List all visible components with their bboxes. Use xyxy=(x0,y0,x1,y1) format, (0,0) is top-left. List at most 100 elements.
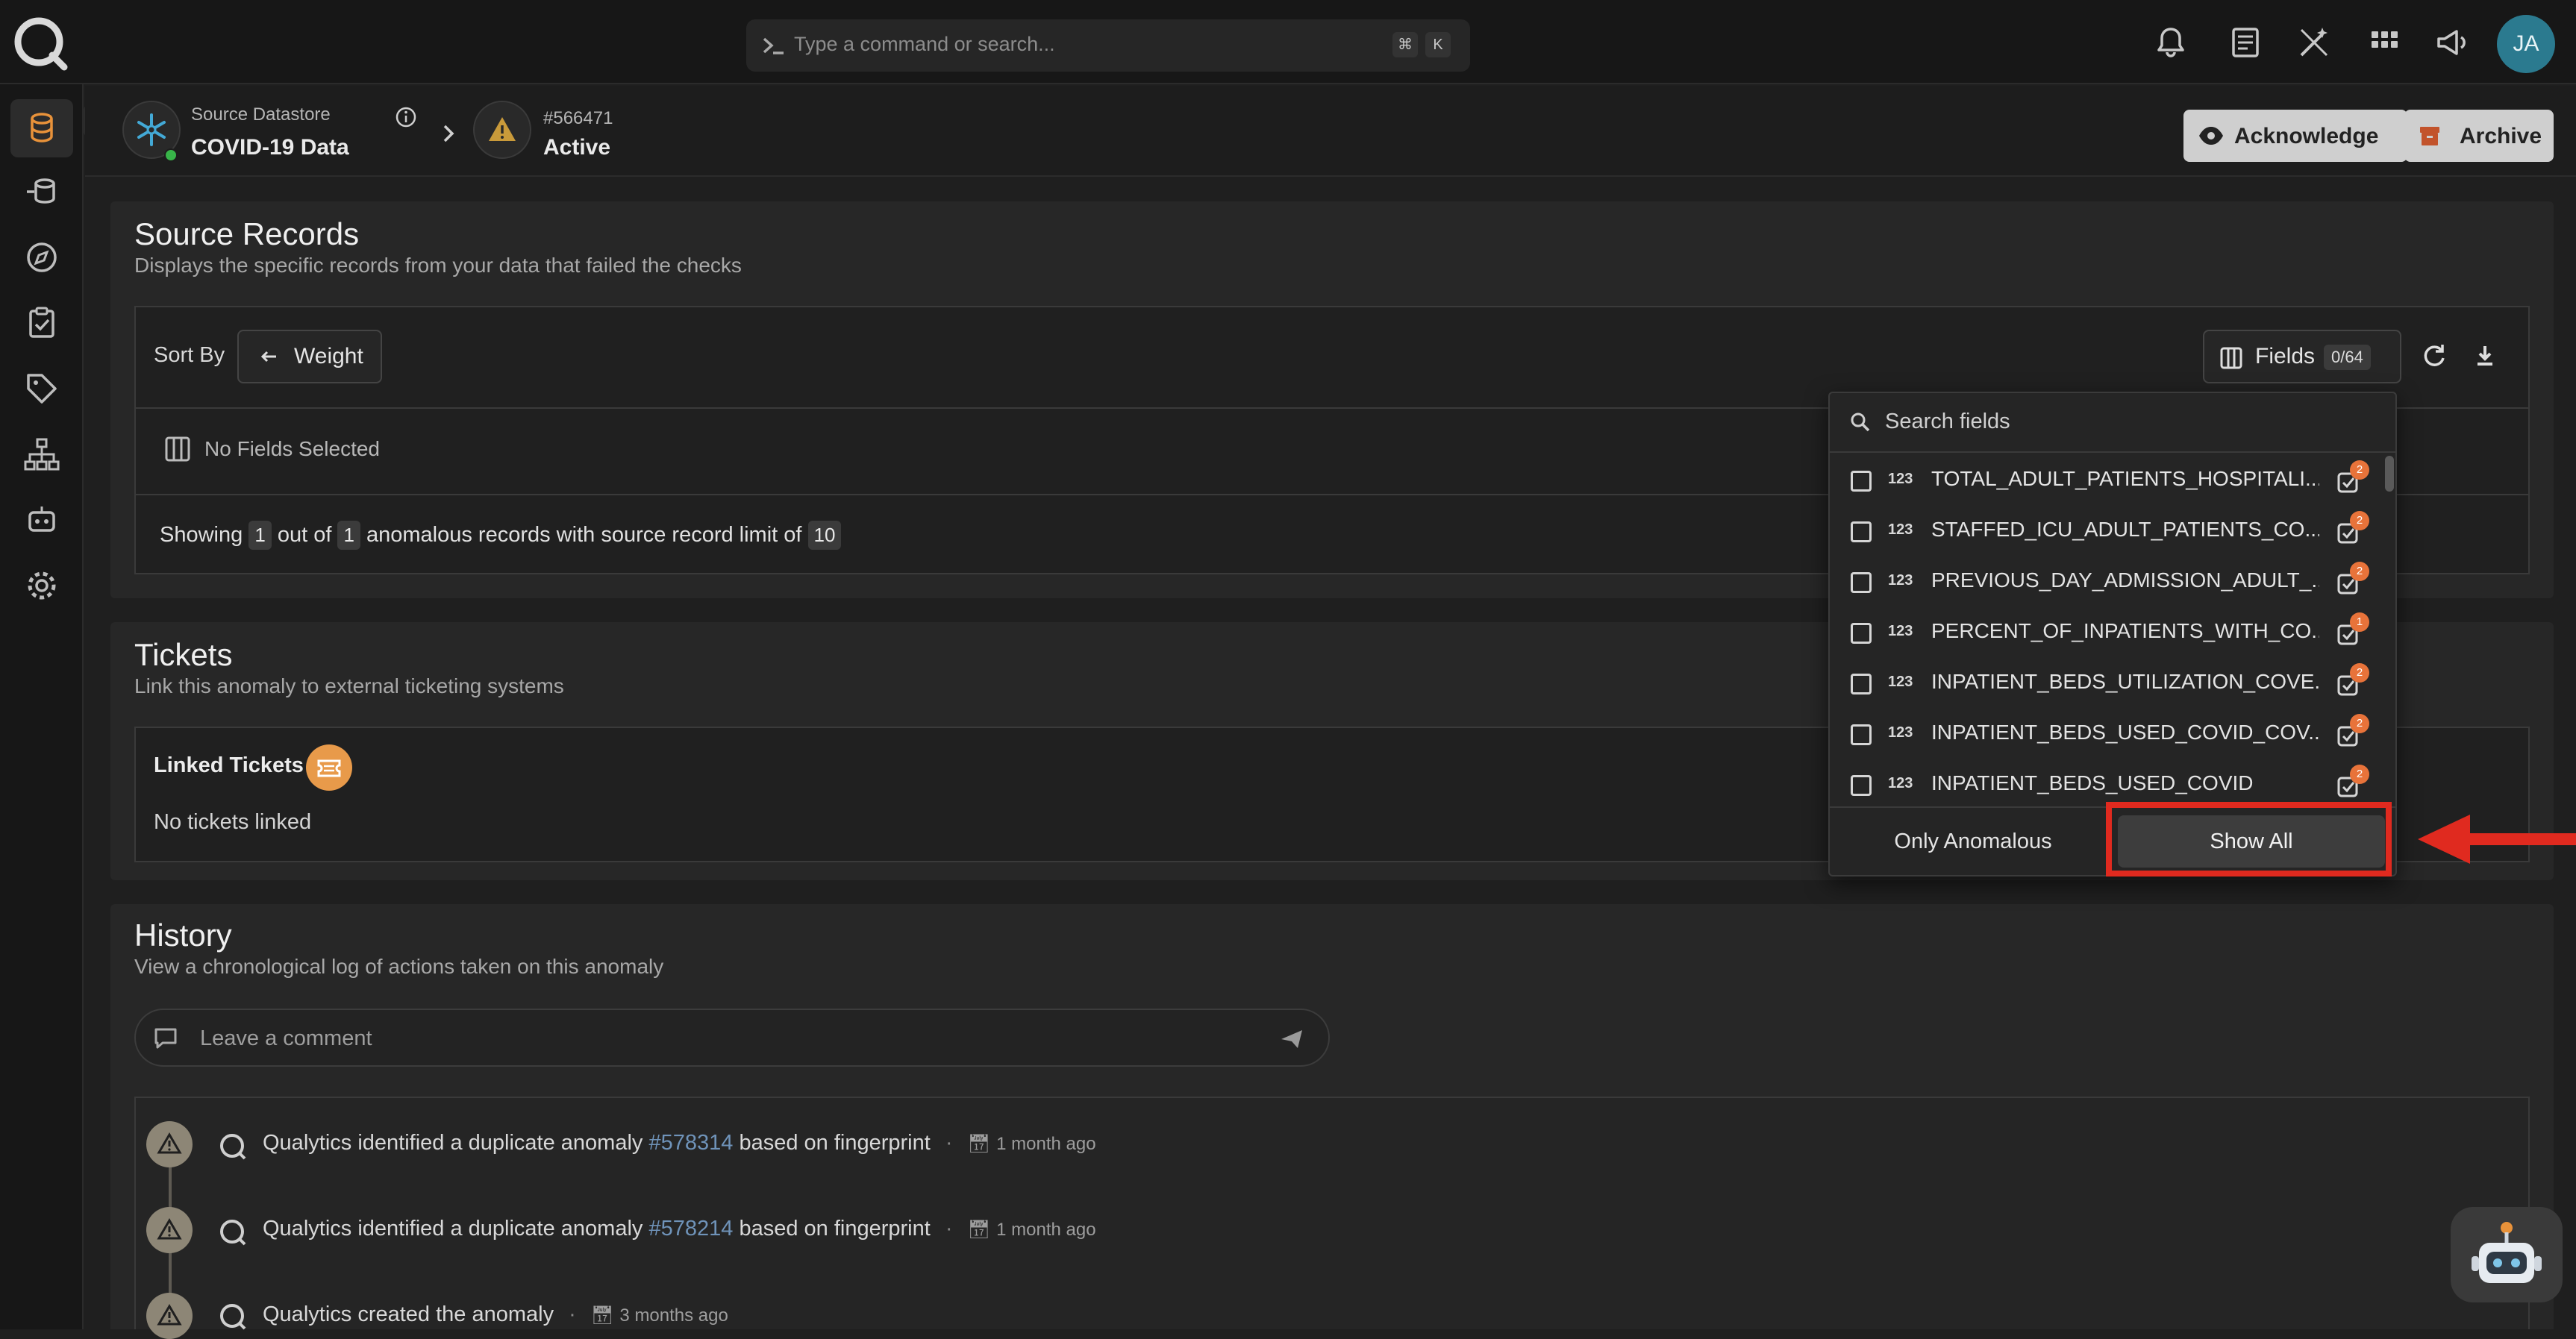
only-anomalous-label: Only Anomalous xyxy=(1894,830,2052,853)
field-search[interactable]: Search fields xyxy=(1830,393,2395,453)
numeric-type-icon: 123 xyxy=(1888,521,1913,538)
sort-value: Weight xyxy=(294,344,363,369)
qualytics-logo-icon xyxy=(218,1132,248,1161)
checks-count-badge: 2 xyxy=(2350,765,2369,784)
command-search[interactable]: Type a command or search... ⌘ K xyxy=(746,19,1470,72)
field-name: PREVIOUS_DAY_ADMISSION_ADULT_... xyxy=(1931,568,2319,592)
out-of-text: out of xyxy=(277,523,332,547)
field-row[interactable]: 123 PREVIOUS_DAY_ADMISSION_ADULT_... 2 xyxy=(1830,556,2382,606)
acknowledge-button[interactable]: Acknowledge xyxy=(2183,110,2407,162)
numeric-type-icon: 123 xyxy=(1888,623,1913,639)
total-count: 1 xyxy=(337,521,360,550)
command-placeholder: Type a command or search... xyxy=(794,33,1055,55)
compass-icon[interactable] xyxy=(22,238,61,277)
fields-label: Fields xyxy=(2255,344,2316,369)
field-checkbox[interactable] xyxy=(1851,521,1872,542)
linked-tickets-label: Linked Tickets xyxy=(154,753,304,777)
search-fields-placeholder: Search fields xyxy=(1885,410,2010,433)
field-checkbox[interactable] xyxy=(1851,471,1872,492)
field-row[interactable]: 123 PERCENT_OF_INPATIENTS_WITH_CO... 1 xyxy=(1830,606,2382,657)
field-checkbox[interactable] xyxy=(1851,623,1872,644)
record-limit: 10 xyxy=(807,521,842,550)
checks-count-badge: 2 xyxy=(2350,663,2369,683)
bell-icon[interactable] xyxy=(2152,24,2189,61)
document-icon[interactable] xyxy=(2227,24,2264,61)
search-icon xyxy=(1849,411,1872,433)
sort-weight-button[interactable]: Weight xyxy=(237,330,382,383)
comment-icon xyxy=(152,1025,179,1052)
sidebar-item-sources[interactable] xyxy=(22,172,61,211)
history-time: 1 month ago xyxy=(996,1134,1096,1154)
sidebar-item-datastores[interactable] xyxy=(10,99,73,157)
megaphone-icon[interactable] xyxy=(2433,24,2470,61)
history-entry: Qualytics created the anomaly · 📅︎ 3 mon… xyxy=(263,1302,728,1326)
user-avatar[interactable]: JA xyxy=(2497,15,2555,73)
field-name: INPATIENT_BEDS_USED_COVID_COV... xyxy=(1931,721,2319,744)
source-records-subtitle: Displays the specific records from your … xyxy=(134,254,742,277)
qualytics-logo-icon xyxy=(218,1217,248,1247)
clipboard-check-icon[interactable] xyxy=(22,304,61,342)
no-tickets-text: No tickets linked xyxy=(154,810,312,834)
field-row[interactable]: 123 INPATIENT_BEDS_USED_COVID_COV... 2 xyxy=(1830,708,2382,759)
shown-count: 1 xyxy=(248,521,272,550)
robot-icon[interactable] xyxy=(22,501,61,539)
grid-icon[interactable] xyxy=(2366,24,2403,61)
history-entry-suffix: based on fingerprint xyxy=(739,1131,931,1155)
archive-label: Archive xyxy=(2460,124,2542,148)
numeric-type-icon: 123 xyxy=(1888,572,1913,589)
info-icon[interactable] xyxy=(394,105,418,129)
eye-icon xyxy=(2197,123,2225,148)
tickets-subtitle: Link this anomaly to external ticketing … xyxy=(134,674,564,697)
source-name[interactable]: COVID-19 Data xyxy=(191,135,349,160)
anomaly-link[interactable]: #578314 xyxy=(648,1131,733,1155)
showing-prefix: Showing xyxy=(160,523,243,547)
archive-button[interactable]: Archive xyxy=(2404,110,2554,162)
gear-icon[interactable] xyxy=(22,566,61,605)
history-subtitle: View a chronological log of actions take… xyxy=(134,955,664,978)
numeric-type-icon: 123 xyxy=(1888,724,1913,741)
source-label: Source Datastore xyxy=(191,104,331,125)
scrollbar-thumb[interactable] xyxy=(2385,456,2394,492)
field-name: TOTAL_ADULT_PATIENTS_HOSPITALI... xyxy=(1931,467,2319,490)
field-checkbox[interactable] xyxy=(1851,674,1872,694)
history-entry-suffix: based on fingerprint xyxy=(739,1217,931,1241)
terminal-icon xyxy=(761,34,787,57)
download-icon[interactable] xyxy=(2470,340,2500,370)
field-checkbox[interactable] xyxy=(1851,775,1872,796)
chatbot-button[interactable] xyxy=(2451,1207,2563,1302)
history-entry-text: Qualytics created the anomaly xyxy=(263,1302,554,1326)
refresh-icon[interactable] xyxy=(2419,340,2449,370)
anomaly-header: Source Datastore COVID-19 Data #566471 A… xyxy=(85,86,2576,177)
history-entry: Qualytics identified a duplicate anomaly… xyxy=(263,1131,1096,1155)
calendar-icon: 📅︎ xyxy=(967,1134,991,1154)
field-checkbox[interactable] xyxy=(1851,572,1872,593)
comment-input[interactable]: Leave a comment xyxy=(134,1009,1330,1067)
anomaly-link[interactable]: #578214 xyxy=(648,1217,733,1241)
columns-icon xyxy=(164,436,191,462)
warning-icon xyxy=(146,1121,193,1167)
cmd-key: ⌘ xyxy=(1392,32,1418,57)
field-name: STAFFED_ICU_ADULT_PATIENTS_CO... xyxy=(1931,518,2319,541)
only-anomalous-button[interactable]: Only Anomalous xyxy=(1830,808,2116,875)
top-bar: Type a command or search... ⌘ K JA xyxy=(0,0,2576,84)
ticket-icon[interactable] xyxy=(306,744,352,791)
field-row[interactable]: 123 TOTAL_ADULT_PATIENTS_HOSPITALI... 2 xyxy=(1830,454,2382,505)
source-records-title: Source Records xyxy=(134,216,360,251)
warning-icon xyxy=(473,101,531,159)
pointer-arrow-icon xyxy=(2418,815,2576,864)
history-time: 1 month ago xyxy=(996,1220,1096,1240)
qualytics-logo[interactable] xyxy=(10,13,70,73)
fields-button[interactable]: Fields 0/64 xyxy=(2203,330,2401,383)
field-row[interactable]: 123 INPATIENT_BEDS_UTILIZATION_COVE... 2 xyxy=(1830,657,2382,708)
field-checkbox[interactable] xyxy=(1851,724,1872,745)
hierarchy-icon[interactable] xyxy=(22,435,61,474)
checks-count-badge: 2 xyxy=(2350,562,2369,581)
sidebar xyxy=(0,84,84,1329)
send-icon[interactable] xyxy=(1278,1025,1306,1053)
magic-wand-icon[interactable] xyxy=(2295,24,2333,61)
breadcrumb-chevron-icon xyxy=(439,122,460,145)
checks-count-badge: 2 xyxy=(2350,511,2369,530)
no-fields-text: No Fields Selected xyxy=(204,437,381,460)
tag-icon[interactable] xyxy=(22,369,61,408)
field-row[interactable]: 123 STAFFED_ICU_ADULT_PATIENTS_CO... 2 xyxy=(1830,505,2382,556)
